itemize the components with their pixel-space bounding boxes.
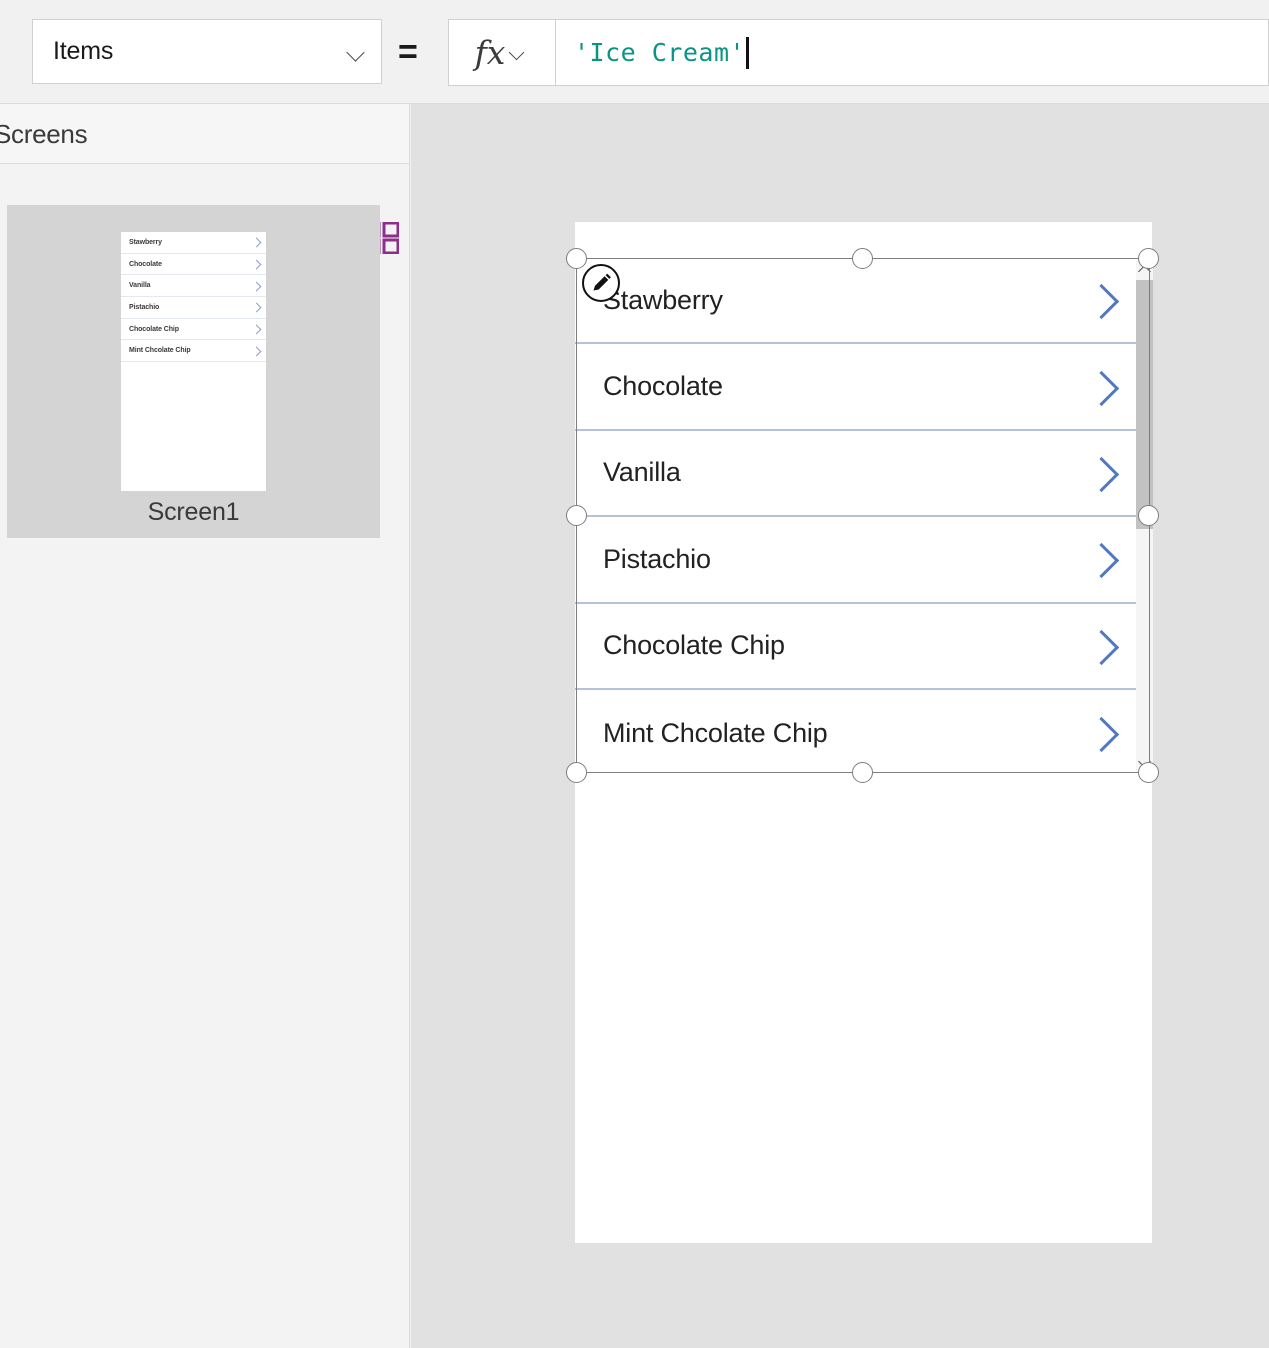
list-item: Stawberry <box>121 232 266 254</box>
gallery-item-label: Stawberry <box>603 284 723 315</box>
canvas-area: Stawberry Chocolate Vanilla Pistachio Ch… <box>411 104 1269 1348</box>
selection-handle-bottom-left[interactable] <box>566 762 587 783</box>
chevron-right-icon <box>253 324 260 334</box>
gallery-item-label: Pistachio <box>603 543 711 574</box>
selection-handle-top-right[interactable] <box>1138 248 1159 269</box>
selection-handle-middle-left[interactable] <box>566 505 587 526</box>
chevron-down-icon <box>347 46 367 58</box>
scrollbar-thumb[interactable] <box>1136 280 1153 529</box>
list-item-label: Chocolate Chip <box>129 325 179 333</box>
chevron-right-icon <box>253 346 260 356</box>
gallery-item[interactable]: Chocolate Chip <box>575 603 1149 690</box>
selection-handle-top-left[interactable] <box>566 248 587 269</box>
chevron-right-icon[interactable] <box>1087 625 1117 667</box>
gallery-item[interactable]: Chocolate <box>575 344 1149 431</box>
screen-thumbnail-label: Screen1 <box>147 498 240 526</box>
formula-input[interactable]: 'Ice Cream' <box>556 19 1269 86</box>
gallery-item-label: Chocolate Chip <box>603 630 785 661</box>
formula-bar: Items = fx 'Ice Cream' <box>0 0 1269 104</box>
gallery-control[interactable]: Stawberry Chocolate Vanilla Pistachio Ch… <box>575 258 1149 775</box>
list-item-label: Vanilla <box>129 282 151 290</box>
chevron-down-icon <box>509 47 529 59</box>
list-item-label: Chocolate <box>129 260 162 268</box>
chevron-right-icon <box>253 259 260 269</box>
list-item: Mint Chcolate Chip <box>121 340 266 363</box>
selection-handle-bottom-right[interactable] <box>1138 762 1159 783</box>
fx-button[interactable]: fx <box>448 19 556 86</box>
function-icon: fx <box>474 33 506 72</box>
chevron-right-icon[interactable] <box>1087 712 1117 754</box>
list-item-label: Mint Chcolate Chip <box>129 347 191 355</box>
list-item: Chocolate Chip <box>121 319 266 341</box>
screens-panel-title: Screens <box>0 119 88 149</box>
chevron-right-icon[interactable] <box>1087 279 1117 321</box>
selection-handle-bottom-center[interactable] <box>852 762 873 783</box>
chevron-right-icon[interactable] <box>1087 538 1117 580</box>
selection-handle-top-center[interactable] <box>852 248 873 269</box>
edit-pencil-badge[interactable] <box>582 264 620 302</box>
chevron-right-icon <box>253 281 260 291</box>
equals-sign: = <box>398 33 418 71</box>
screen-thumbnail-card[interactable]: Stawberry Chocolate Vanilla Pistachio Ch… <box>7 205 380 538</box>
chevron-right-icon <box>253 237 260 247</box>
gallery-item-label: Vanilla <box>603 457 681 488</box>
chevron-right-icon[interactable] <box>1087 452 1117 494</box>
gallery-item-label: Chocolate <box>603 371 723 402</box>
screen-thumbnail-preview: Stawberry Chocolate Vanilla Pistachio Ch… <box>121 232 266 491</box>
property-selector-value: Items <box>53 37 114 65</box>
selection-handle-middle-right[interactable] <box>1138 505 1159 526</box>
text-caret <box>746 36 749 69</box>
property-selector-dropdown[interactable]: Items <box>32 19 382 84</box>
list-item-label: Stawberry <box>129 238 162 246</box>
screens-panel: Screens Stawberry Chocolate Vanilla Pist… <box>0 104 410 1348</box>
formula-text: 'Ice Cream' <box>574 38 746 67</box>
chevron-right-icon <box>253 302 260 312</box>
chevron-right-icon[interactable] <box>1087 366 1117 408</box>
gallery-item-label: Mint Chcolate Chip <box>603 717 828 748</box>
list-item: Pistachio <box>121 297 266 319</box>
pencil-icon <box>593 273 611 291</box>
list-item-label: Pistachio <box>129 303 160 311</box>
list-item: Chocolate <box>121 254 266 276</box>
gallery-item[interactable]: Pistachio <box>575 517 1149 604</box>
gallery-item[interactable]: Vanilla <box>575 430 1149 518</box>
gallery-item[interactable]: Stawberry <box>575 258 1149 345</box>
list-item: Vanilla <box>121 275 266 298</box>
